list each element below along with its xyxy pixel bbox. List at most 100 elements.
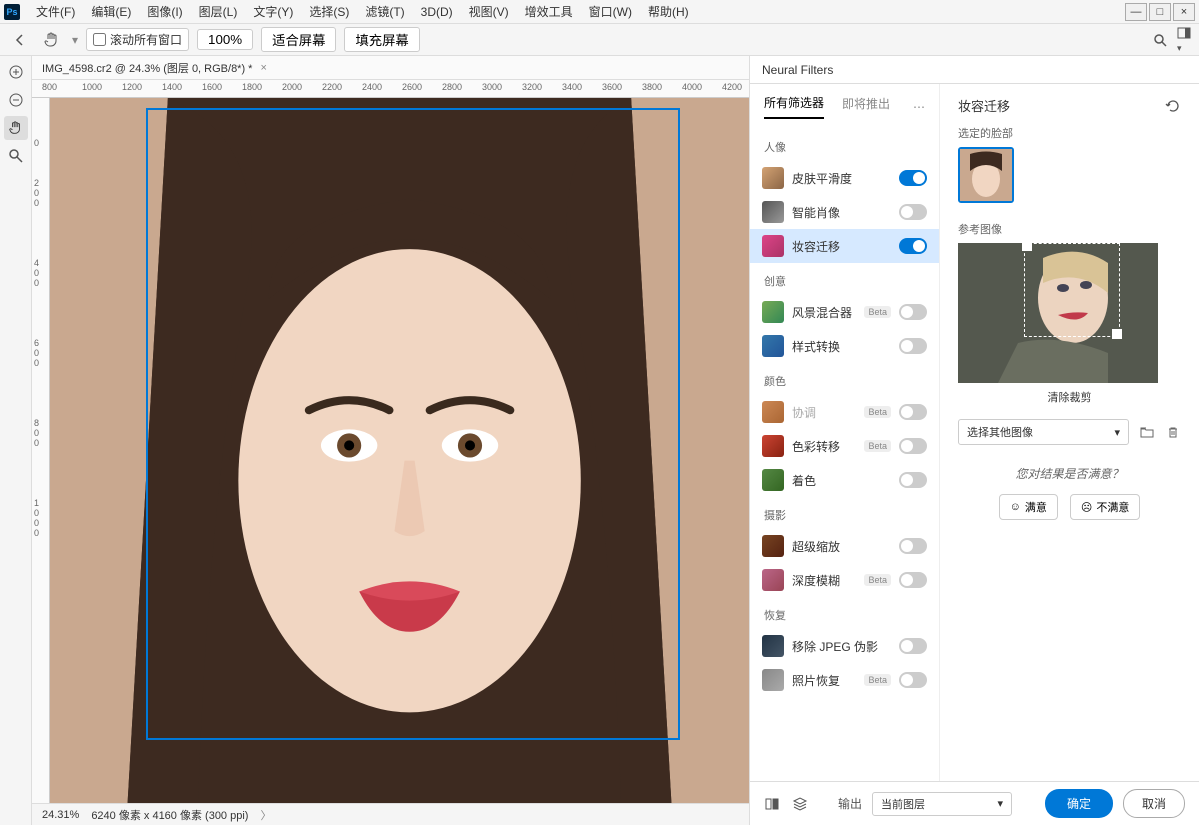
section-creative: 创意 bbox=[750, 263, 939, 295]
horizontal-ruler: 8001000120014001600180020002200240026002… bbox=[32, 80, 749, 98]
toggle-style-transfer[interactable] bbox=[899, 338, 927, 354]
left-toolbar bbox=[0, 56, 32, 825]
filter-thumb-icon bbox=[762, 401, 784, 423]
filter-thumb-icon bbox=[762, 235, 784, 257]
filter-list: 所有筛选器 即将推出 ⋯ 人像 皮肤平滑度 智能肖像 bbox=[750, 84, 940, 781]
workspace-icon[interactable]: ▾ bbox=[1177, 26, 1191, 54]
window-maximize[interactable]: □ bbox=[1149, 3, 1171, 21]
filter-style-transfer[interactable]: 样式转换 bbox=[750, 329, 939, 363]
filter-depth-blur[interactable]: 深度模糊 Beta bbox=[750, 563, 939, 597]
select-other-image[interactable]: 选择其他图像 ▾ bbox=[958, 419, 1129, 445]
zoom-out-tool[interactable] bbox=[4, 88, 28, 112]
menu-select[interactable]: 选择(S) bbox=[301, 1, 357, 22]
menu-view[interactable]: 视图(V) bbox=[461, 1, 517, 22]
options-bar: ▾ 滚动所有窗口 100% 适合屏幕 填充屏幕 ▾ bbox=[0, 24, 1199, 56]
search-icon[interactable] bbox=[1153, 33, 1167, 47]
canvas[interactable] bbox=[50, 98, 749, 803]
feedback-happy-button[interactable]: ☺ 满意 bbox=[999, 494, 1058, 520]
beta-badge: Beta bbox=[864, 574, 891, 586]
preview-toggle-icon[interactable] bbox=[764, 796, 780, 812]
panel-tab-title: Neural Filters bbox=[750, 56, 1199, 84]
toggle-color-transfer[interactable] bbox=[899, 438, 927, 454]
zoom-tool[interactable] bbox=[4, 144, 28, 168]
crop-box[interactable] bbox=[1024, 243, 1120, 337]
canvas-image bbox=[50, 98, 749, 803]
filter-settings: 妆容迁移 选定的脸部 参考图像 bbox=[940, 84, 1199, 781]
toggle-harmonize[interactable] bbox=[899, 404, 927, 420]
filter-colorize[interactable]: 着色 bbox=[750, 463, 939, 497]
status-bar: 24.31% 6240 像素 x 4160 像素 (300 ppi) 〉 bbox=[32, 803, 749, 825]
menu-file[interactable]: 文件(F) bbox=[28, 1, 83, 22]
clear-crop-button[interactable]: 清除裁剪 bbox=[958, 389, 1181, 405]
filter-landscape-mixer[interactable]: 风景混合器 Beta bbox=[750, 295, 939, 329]
fill-screen-button[interactable]: 填充屏幕 bbox=[344, 27, 419, 52]
trash-icon[interactable] bbox=[1165, 424, 1181, 440]
toggle-smart-portrait[interactable] bbox=[899, 204, 927, 220]
filter-skin-smoothing[interactable]: 皮肤平滑度 bbox=[750, 161, 939, 195]
filter-harmonize[interactable]: 协调 Beta bbox=[750, 395, 939, 429]
zoom-in-tool[interactable] bbox=[4, 60, 28, 84]
filter-thumb-icon bbox=[762, 167, 784, 189]
feedback-unhappy-button[interactable]: ☹ 不满意 bbox=[1070, 494, 1140, 520]
window-close[interactable]: × bbox=[1173, 3, 1195, 21]
filter-jpeg-artifacts[interactable]: 移除 JPEG 伪影 bbox=[750, 629, 939, 663]
toggle-depth-blur[interactable] bbox=[899, 572, 927, 588]
filter-makeup-transfer[interactable]: 妆容迁移 bbox=[750, 229, 939, 263]
toggle-colorize[interactable] bbox=[899, 472, 927, 488]
filter-thumb-icon bbox=[762, 201, 784, 223]
section-color: 颜色 bbox=[750, 363, 939, 395]
filter-smart-portrait[interactable]: 智能肖像 bbox=[750, 195, 939, 229]
filter-super-zoom[interactable]: 超级缩放 bbox=[750, 529, 939, 563]
beta-badge: Beta bbox=[864, 674, 891, 686]
menu-image[interactable]: 图像(I) bbox=[139, 1, 190, 22]
output-select[interactable]: 当前图层 ▾ bbox=[872, 792, 1012, 816]
status-zoom: 24.31% bbox=[42, 809, 79, 821]
menu-help[interactable]: 帮助(H) bbox=[640, 1, 697, 22]
hand-tool[interactable] bbox=[4, 116, 28, 140]
section-photo: 摄影 bbox=[750, 497, 939, 529]
beta-badge: Beta bbox=[864, 406, 891, 418]
reference-image[interactable] bbox=[958, 243, 1158, 383]
layers-icon[interactable] bbox=[792, 796, 808, 812]
toggle-super-zoom[interactable] bbox=[899, 538, 927, 554]
menu-type[interactable]: 文字(Y) bbox=[245, 1, 301, 22]
toggle-jpeg-artifacts[interactable] bbox=[899, 638, 927, 654]
section-restore: 恢复 bbox=[750, 597, 939, 629]
cancel-button[interactable]: 取消 bbox=[1123, 789, 1185, 818]
document-tab-close[interactable]: × bbox=[260, 62, 266, 74]
toggle-skin-smoothing[interactable] bbox=[899, 170, 927, 186]
ok-button[interactable]: 确定 bbox=[1045, 789, 1113, 818]
tab-all-filters[interactable]: 所有筛选器 bbox=[764, 94, 824, 119]
document-tab[interactable]: IMG_4598.cr2 @ 24.3% (图层 0, RGB/8*) * × bbox=[32, 56, 749, 80]
beta-badge: Beta bbox=[864, 306, 891, 318]
ref-image-label: 参考图像 bbox=[958, 221, 1181, 237]
reset-icon[interactable] bbox=[1165, 98, 1181, 114]
app-logo: Ps bbox=[4, 4, 20, 20]
neural-filters-panel: Neural Filters 所有筛选器 即将推出 ⋯ 人像 皮肤平滑度 bbox=[749, 56, 1199, 825]
toggle-landscape-mixer[interactable] bbox=[899, 304, 927, 320]
menu-layer[interactable]: 图层(L) bbox=[191, 1, 246, 22]
filter-color-transfer[interactable]: 色彩转移 Beta bbox=[750, 429, 939, 463]
menu-edit[interactable]: 编辑(E) bbox=[83, 1, 139, 22]
chevron-down-icon: ▾ bbox=[997, 797, 1003, 810]
back-button[interactable] bbox=[8, 28, 32, 52]
toggle-photo-restore[interactable] bbox=[899, 672, 927, 688]
filter-thumb-icon bbox=[762, 635, 784, 657]
toggle-makeup-transfer[interactable] bbox=[899, 238, 927, 254]
fit-screen-button[interactable]: 适合屏幕 bbox=[261, 27, 336, 52]
filter-thumb-icon bbox=[762, 669, 784, 691]
menu-window[interactable]: 窗口(W) bbox=[581, 1, 640, 22]
selected-face-thumb[interactable] bbox=[958, 147, 1014, 203]
tab-upcoming[interactable]: 即将推出 bbox=[842, 95, 890, 118]
folder-icon[interactable] bbox=[1139, 424, 1155, 440]
scroll-all-input[interactable] bbox=[93, 33, 106, 46]
more-icon[interactable]: ⋯ bbox=[913, 100, 925, 114]
menu-filter[interactable]: 滤镜(T) bbox=[357, 1, 412, 22]
face-select-label: 选定的脸部 bbox=[958, 125, 1181, 141]
scroll-all-checkbox[interactable]: 滚动所有窗口 bbox=[86, 28, 189, 51]
filter-photo-restore[interactable]: 照片恢复 Beta bbox=[750, 663, 939, 697]
window-minimize[interactable]: — bbox=[1125, 3, 1147, 21]
menu-3d[interactable]: 3D(D) bbox=[413, 3, 461, 21]
menu-plugins[interactable]: 增效工具 bbox=[517, 1, 581, 22]
zoom-value[interactable]: 100% bbox=[197, 29, 253, 50]
